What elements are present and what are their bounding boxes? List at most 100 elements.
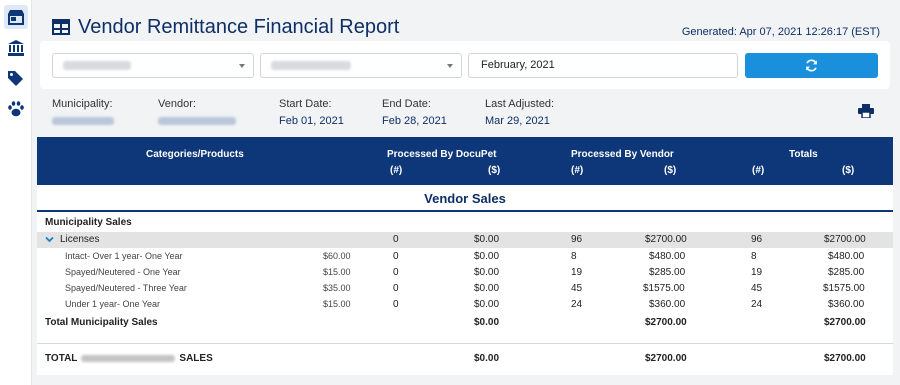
sidebar-item-pets[interactable] [4,97,28,121]
chevron-down-icon [447,64,453,68]
last-adjusted-value: Mar 29, 2021 [485,115,550,127]
cell: $2700.00 [824,317,866,328]
sidebar-item-vendors[interactable] [4,5,28,29]
end-date-value: Feb 28, 2021 [382,115,447,127]
total-municipality-row: Total Municipality Sales $0.00 $2700.00 … [37,317,893,331]
col-categories: Categories/Products [146,149,244,160]
cell: $480.00 [649,251,686,262]
product-price: $60.00 [323,251,351,261]
meta-last-adjusted: Last Adjusted: Mar 29, 2021 [485,98,554,127]
cell: 45 [751,283,763,294]
filter-bar: February, 2021 [40,41,890,89]
generated-timestamp: Generated: Apr 07, 2021 12:26:17 (EST) [681,26,880,38]
cell: $0.00 [474,299,500,310]
cell: 0 [393,283,399,294]
product-name: Intact- Over 1 year- One Year [65,251,183,261]
licenses-label: Licenses [60,234,100,245]
redacted-vendor-value [158,117,236,125]
grand-total-prefix: TOTAL [45,353,78,364]
paw-icon [8,101,24,117]
cell: $2700.00 [824,353,866,364]
col-docupet: Processed By DocuPet [387,149,497,160]
last-adjusted-label: Last Adjusted: [485,98,555,110]
sidebar [0,0,32,385]
sidebar-item-municipality[interactable] [4,36,28,60]
col-docupet-amount: ($) [488,165,501,176]
page-header: Vendor Remittance Financial Report [52,12,399,42]
print-icon[interactable] [858,104,874,118]
cell: $0.00 [474,283,500,294]
licenses-row[interactable]: Licenses 0 $0.00 96 $2700.00 96 $2700.00 [37,232,893,248]
col-docupet-count: (#) [390,165,403,176]
cell: 0 [393,267,399,278]
vendor-label: Vendor: [158,98,196,110]
cell: 0 [393,234,399,245]
grand-total-row: TOTAL SALES $0.00 $2700.00 $2700.00 [37,343,893,375]
col-vendor-count: (#) [571,165,584,176]
col-totals: Totals [789,149,818,160]
table-icon [52,19,70,35]
store-icon [8,10,24,25]
start-date-value: Feb 01, 2021 [279,115,344,127]
table-row: Spayed/Neutered - One Year $15.00 0 $0.0… [37,267,893,281]
main-content: Vendor Remittance Financial Report Gener… [32,0,900,385]
redacted-vendor [271,61,351,70]
cell: $1575.00 [643,283,685,294]
grand-total-label: TOTAL SALES [45,353,213,364]
meta-end-date: End Date: Feb 28, 2021 [382,98,447,127]
meta-municipality: Municipality: [52,98,114,125]
cell: 0 [393,299,399,310]
cell: 8 [571,251,577,262]
cell: $0.00 [474,317,500,328]
cell: 0 [393,251,399,262]
cell: 96 [751,234,763,245]
col-totals-count: (#) [752,165,765,176]
cell: $2700.00 [645,353,687,364]
chevron-down-icon [239,64,245,68]
cell: $285.00 [649,267,686,278]
cell: $360.00 [828,299,865,310]
cell: 96 [571,234,583,245]
table-row: Spayed/Neutered - Three Year $35.00 0 $0… [37,283,893,297]
refresh-button[interactable] [745,53,878,78]
redacted-municipality-value [52,117,114,125]
cell: $0.00 [474,251,500,262]
vendor-select[interactable] [260,53,462,78]
product-price: $35.00 [323,283,351,293]
cell: 24 [751,299,763,310]
table-header: Categories/Products Processed By DocuPet… [37,137,893,185]
cell: $285.00 [828,267,865,278]
product-price: $15.00 [323,267,351,277]
meta-vendor: Vendor: [158,98,236,125]
total-municipality-label: Total Municipality Sales [45,317,158,328]
tags-icon [8,71,23,86]
meta-start-date: Start Date: Feb 01, 2021 [279,98,344,127]
product-name: Spayed/Neutered - Three Year [65,283,187,293]
cell: $2700.00 [645,317,687,328]
municipality-select[interactable] [52,53,254,78]
table-row: Under 1 year- One Year $15.00 0 $0.00 24… [37,299,893,313]
sidebar-item-tags[interactable] [4,66,28,90]
col-vendor-amount: ($) [664,165,677,176]
col-vendor: Processed By Vendor [571,149,674,160]
cell: 24 [571,299,583,310]
cell: 19 [571,267,583,278]
cell: 19 [751,267,763,278]
product-price: $15.00 [323,299,351,309]
start-date-label: Start Date: [279,98,332,110]
period-input[interactable]: February, 2021 [468,53,738,78]
product-name: Under 1 year- One Year [65,299,161,309]
cell: $0.00 [474,353,500,364]
redacted-vendor-name [81,354,176,362]
cell: $1575.00 [823,283,865,294]
product-name: Spayed/Neutered - One Year [65,267,181,277]
col-totals-amount: ($) [842,165,855,176]
municipality-sales-heading: Municipality Sales [37,217,893,231]
chevron-down-icon[interactable] [45,236,54,243]
table-row: Intact- Over 1 year- One Year $60.00 0 $… [37,251,893,265]
cell: $0.00 [474,267,500,278]
cell: $2700.00 [824,234,866,245]
refresh-icon [806,59,817,72]
redacted-municipality [63,61,131,70]
bank-icon [8,40,24,56]
